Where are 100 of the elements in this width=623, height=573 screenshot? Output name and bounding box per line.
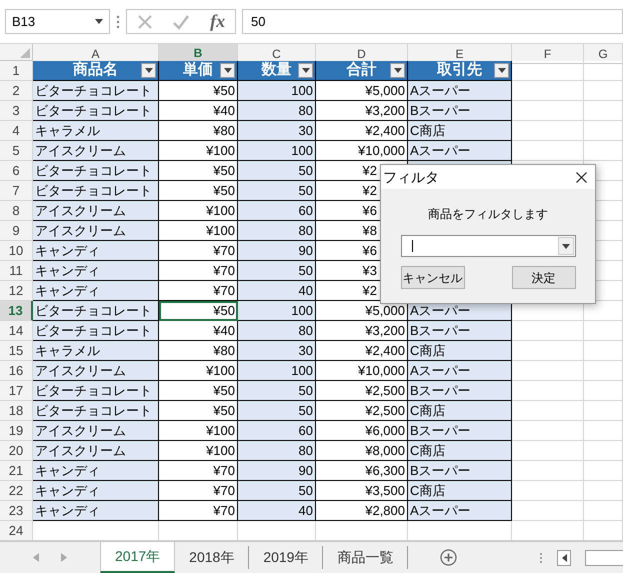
- add-sheet-icon[interactable]: [440, 549, 458, 566]
- table-cell: ¥5,000: [316, 81, 408, 101]
- dropdown-caret-icon[interactable]: [558, 237, 574, 255]
- empty-cell: [584, 441, 623, 461]
- row-header[interactable]: 2: [0, 81, 33, 101]
- sheet-tab[interactable]: 2019年: [249, 546, 324, 569]
- table-cell: ¥5,000: [316, 301, 408, 321]
- row-header[interactable]: 23: [0, 501, 33, 521]
- horizontal-scrollbar[interactable]: [585, 550, 623, 566]
- filter-dropdown-icon[interactable]: [494, 63, 509, 78]
- empty-cell: [584, 501, 623, 521]
- table-cell: ¥100: [159, 441, 238, 461]
- table-cell: キャンディ: [33, 261, 159, 281]
- row-header[interactable]: 8: [0, 201, 33, 221]
- sheet-tab[interactable]: 2017年: [100, 542, 176, 573]
- row-header[interactable]: 13: [0, 301, 33, 321]
- dialog-button[interactable]: 決定: [512, 266, 576, 289]
- row-header[interactable]: 16: [0, 361, 33, 381]
- table-cell: ビターチョコレート: [33, 181, 159, 201]
- row-header[interactable]: 6: [0, 161, 33, 181]
- row-header[interactable]: 18: [0, 401, 33, 421]
- row-header[interactable]: 3: [0, 101, 33, 121]
- row-header[interactable]: 22: [0, 481, 33, 501]
- table-header-cell: 合計: [316, 61, 408, 81]
- table-cell: 90: [238, 241, 316, 261]
- table-cell: アイスクリーム: [33, 221, 159, 241]
- filter-dropdown-icon[interactable]: [298, 63, 313, 78]
- table-cell: ¥3,200: [316, 101, 408, 121]
- row-header[interactable]: 1: [0, 61, 33, 81]
- table-cell: ¥6,300: [316, 461, 408, 481]
- table-cell: 50: [238, 181, 316, 201]
- row-header[interactable]: 9: [0, 221, 33, 241]
- table-cell: ビターチョコレート: [33, 381, 159, 401]
- table-cell: ¥50: [159, 81, 238, 101]
- row-header[interactable]: 11: [0, 261, 33, 281]
- row-header[interactable]: 4: [0, 121, 33, 141]
- row-header[interactable]: 15: [0, 341, 33, 361]
- row-header[interactable]: 10: [0, 241, 33, 261]
- table-cell: ¥50: [159, 401, 238, 421]
- table-cell: 50: [238, 401, 316, 421]
- scroll-left-button[interactable]: [557, 550, 571, 566]
- table-cell: ¥2,400: [316, 341, 408, 361]
- row-header[interactable]: 12: [0, 281, 33, 301]
- row-header[interactable]: 17: [0, 381, 33, 401]
- table-cell: 80: [238, 101, 316, 121]
- table-cell: キャンディ: [33, 461, 159, 481]
- name-box[interactable]: B13: [5, 9, 110, 34]
- empty-cell: [584, 361, 623, 381]
- sheet-tab[interactable]: 2018年: [175, 546, 250, 569]
- table-cell: 100: [238, 141, 316, 161]
- table-cell: C商店: [408, 341, 512, 361]
- table-cell: キャラメル: [33, 341, 159, 361]
- table-cell: ビターチョコレート: [33, 81, 159, 101]
- row-header[interactable]: 14: [0, 321, 33, 341]
- table-cell: Bスーパー: [408, 421, 512, 441]
- empty-cell: [584, 61, 623, 81]
- table-cell: アイスクリーム: [33, 141, 159, 161]
- table-cell: Aスーパー: [408, 81, 512, 101]
- row-header[interactable]: 19: [0, 421, 33, 441]
- table-cell: 80: [238, 221, 316, 241]
- row-header[interactable]: 5: [0, 141, 33, 161]
- table-cell: 100: [238, 301, 316, 321]
- table-cell: ¥70: [159, 481, 238, 501]
- table-cell: ¥70: [159, 261, 238, 281]
- table-cell: ¥10,000: [316, 361, 408, 381]
- row-header[interactable]: 20: [0, 441, 33, 461]
- row-header[interactable]: 21: [0, 461, 33, 481]
- table-cell: ¥8,000: [316, 441, 408, 461]
- table-cell: ¥80: [159, 121, 238, 141]
- close-icon[interactable]: [576, 172, 587, 182]
- table-cell: 60: [238, 201, 316, 221]
- table-cell: ビターチョコレート: [33, 301, 159, 321]
- column-header[interactable]: F: [512, 44, 584, 64]
- table-cell: ¥70: [159, 241, 238, 261]
- table-cell: ¥6,000: [316, 421, 408, 441]
- table-cell: ¥50: [159, 381, 238, 401]
- insert-function-button[interactable]: fx: [210, 8, 226, 35]
- formula-field[interactable]: 50: [242, 9, 623, 34]
- dialog-button[interactable]: キャンセル: [400, 266, 464, 289]
- table-cell: Bスーパー: [408, 381, 512, 401]
- table-cell: ¥2,800: [316, 501, 408, 521]
- table-cell: 40: [238, 281, 316, 301]
- table-cell: 50: [238, 481, 316, 501]
- table-cell: 30: [238, 341, 316, 361]
- filter-dropdown-icon[interactable]: [141, 63, 156, 78]
- filter-dropdown-icon[interactable]: [220, 63, 235, 78]
- empty-cell: [584, 121, 623, 141]
- table-cell: ¥2,500: [316, 401, 408, 421]
- table-cell: 50: [238, 261, 316, 281]
- check-icon[interactable]: [172, 14, 190, 30]
- table-cell: キャンディ: [33, 501, 159, 521]
- row-header[interactable]: 7: [0, 181, 33, 201]
- more-options-icon[interactable]: [116, 14, 120, 28]
- filter-dropdown-icon[interactable]: [390, 63, 405, 78]
- more-options-icon[interactable]: [539, 552, 543, 564]
- sheet-tab[interactable]: 商品一覧: [323, 546, 408, 569]
- empty-cell: [584, 481, 623, 501]
- table-cell: ¥70: [159, 461, 238, 481]
- row-header[interactable]: 24: [0, 521, 33, 541]
- column-header[interactable]: G: [584, 44, 623, 64]
